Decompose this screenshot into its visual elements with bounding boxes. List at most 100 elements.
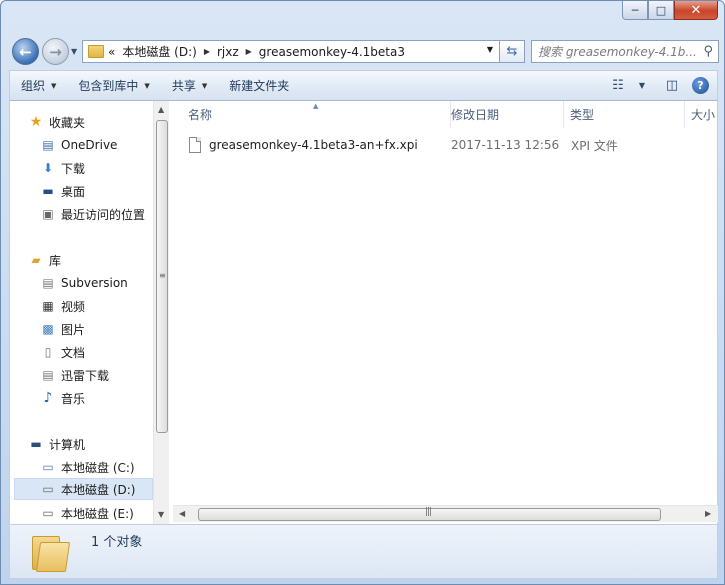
view-options-icon[interactable]: ☷: [608, 76, 628, 94]
sidebar-header-computer[interactable]: ▬ 计算机: [28, 433, 169, 455]
share-label: 共享: [171, 79, 196, 93]
sidebar-item-label: 本地磁盘 (E:): [61, 506, 134, 521]
help-icon[interactable]: ?: [692, 76, 709, 94]
navigation-pane: ★ 收藏夹 ▤ OneDrive ⬇ 下载 ▬ 桌面 ▣ 最近访问的位置 ▰ 库…: [10, 101, 169, 524]
sidebar-item-pictures[interactable]: ▩ 图片: [40, 318, 169, 340]
scroll-up-icon[interactable]: ▲: [158, 105, 164, 114]
desktop-icon: ▬: [42, 184, 54, 198]
download-icon: ⬇: [42, 161, 54, 175]
music-icon: ♪: [43, 390, 53, 406]
search-input[interactable]: 搜索 greasemonkey-4.1b... ⚲: [531, 40, 719, 63]
sidebar-item-label: 本地磁盘 (C:): [61, 460, 135, 475]
command-bar: 组织 ▼ 包含到库中 ▼ 共享 ▼ 新建文件夹 ☷ ▼ ◫ ?: [9, 70, 718, 101]
sidebar-item-drive-c[interactable]: ▭ 本地磁盘 (C:): [40, 456, 169, 478]
sidebar-item-drive-e[interactable]: ▭ 本地磁盘 (E:): [40, 502, 169, 524]
chevron-down-icon: ▼: [51, 81, 57, 90]
document-icon: ▤: [42, 276, 54, 290]
organize-label: 组织: [21, 79, 46, 93]
file-list-hscrollbar[interactable]: ◀ ||| ▶: [173, 505, 718, 522]
column-header-modified[interactable]: 修改日期: [443, 101, 564, 128]
breadcrumb-current-folder[interactable]: greasemonkey-4.1beta3: [259, 45, 405, 59]
sidebar-item-videos[interactable]: ▦ 视频: [40, 295, 169, 317]
picture-icon: ▩: [42, 322, 54, 336]
minimize-button[interactable]: ─: [622, 1, 648, 20]
chevron-right-icon[interactable]: ▶: [204, 47, 210, 56]
refresh-icon: ⇆: [506, 44, 518, 59]
scroll-down-icon[interactable]: ▼: [158, 510, 164, 519]
sidebar-item-desktop[interactable]: ▬ 桌面: [40, 180, 169, 202]
breadcrumb-d-drive[interactable]: 本地磁盘 (D:): [122, 43, 196, 60]
sidebar-item-label: 视频: [61, 299, 86, 314]
sidebar-item-subversion[interactable]: ▤ Subversion: [40, 272, 169, 294]
sidebar-item-label: 图片: [61, 322, 86, 337]
sidebar-item-label: 计算机: [49, 437, 86, 452]
sidebar-item-documents[interactable]: ▯ 文档: [40, 341, 169, 363]
file-row[interactable]: greasemonkey-4.1beta3-an+fx.xpi: [189, 135, 418, 155]
share-menu[interactable]: 共享 ▼: [161, 77, 218, 94]
scroll-right-icon[interactable]: ▶: [705, 509, 711, 518]
maximize-button[interactable]: □: [648, 1, 674, 20]
drive-icon: ▭: [42, 506, 54, 520]
search-placeholder: 搜索 greasemonkey-4.1b...: [538, 45, 697, 59]
organize-menu[interactable]: 组织 ▼: [10, 77, 67, 94]
grip-icon: ≡: [159, 271, 166, 280]
library-icon: ▰: [31, 253, 41, 267]
recent-pages-dropdown-icon[interactable]: ▼: [71, 47, 77, 56]
close-button[interactable]: ✕: [674, 1, 718, 20]
column-header-name[interactable]: 名称 ▲: [173, 101, 451, 128]
drive-icon: ▭: [42, 482, 54, 496]
sidebar-item-downloads[interactable]: ⬇ 下载: [40, 157, 169, 179]
column-modified-label: 修改日期: [451, 108, 500, 122]
file-name: greasemonkey-4.1beta3-an+fx.xpi: [209, 138, 418, 152]
column-type-label: 类型: [570, 108, 595, 122]
column-size-label: 大小: [691, 108, 716, 122]
sidebar-item-label: 收藏夹: [49, 115, 86, 130]
sidebar-item-label: 音乐: [61, 391, 86, 406]
sidebar-item-recent-places[interactable]: ▣ 最近访问的位置: [40, 203, 169, 225]
sidebar-item-label: 文档: [61, 345, 86, 360]
sidebar-item-music[interactable]: ♪ 音乐: [40, 387, 169, 409]
scrollbar-thumb[interactable]: |||: [198, 507, 661, 521]
chevron-down-icon[interactable]: ▼: [487, 45, 493, 54]
file-type: XPI 文件: [571, 138, 618, 153]
sidebar-item-drive-d[interactable]: ▭ 本地磁盘 (D:): [14, 478, 153, 500]
include-in-library-menu[interactable]: 包含到库中 ▼: [67, 77, 160, 94]
sidebar-scrollbar[interactable]: ▲ ≡ ▼: [153, 101, 169, 524]
computer-icon: ▬: [30, 437, 42, 451]
refresh-button[interactable]: ⇆: [500, 40, 525, 63]
sort-ascending-icon: ▲: [313, 102, 319, 110]
onedrive-icon: ▤: [42, 138, 54, 152]
breadcrumb-rjxz[interactable]: rjxz: [217, 45, 239, 59]
forward-button[interactable]: →: [42, 38, 69, 65]
sidebar-item-label: OneDrive: [61, 138, 118, 152]
chevron-down-icon: ▼: [144, 81, 150, 90]
column-header-size[interactable]: 大小: [685, 101, 718, 128]
new-folder-button[interactable]: 新建文件夹: [218, 77, 300, 94]
search-icon[interactable]: ⚲: [703, 44, 713, 59]
include-in-library-label: 包含到库中: [78, 79, 139, 93]
details-pane: 1 个对象: [9, 524, 718, 579]
column-header-type[interactable]: 类型: [564, 101, 685, 128]
scroll-left-icon[interactable]: ◀: [179, 509, 185, 518]
document-icon: ▤: [42, 368, 54, 382]
back-button[interactable]: ←: [12, 38, 39, 65]
sidebar-header-favorites[interactable]: ★ 收藏夹: [28, 111, 169, 133]
breadcrumb-overflow[interactable]: «: [108, 45, 115, 59]
sidebar-item-label: 桌面: [61, 184, 86, 199]
chevron-right-icon[interactable]: ▶: [246, 47, 252, 56]
sidebar-item-xunlei-downloads[interactable]: ▤ 迅雷下载: [40, 364, 169, 386]
system-drive-icon: ▭: [42, 460, 54, 474]
file-modified: 2017-11-13 12:56: [451, 138, 560, 152]
sidebar-item-label: Subversion: [61, 276, 128, 290]
address-bar[interactable]: « 本地磁盘 (D:) ▶ rjxz ▶ greasemonkey-4.1bet…: [82, 40, 500, 63]
file-list: 名称 ▲ 修改日期 类型 大小 greasemonkey-4.1beta3-an…: [173, 101, 718, 524]
sidebar-item-onedrive[interactable]: ▤ OneDrive: [40, 134, 169, 156]
navigation-bar: ← → ▼ « 本地磁盘 (D:) ▶ rjxz ▶ greasemonkey-…: [9, 35, 719, 65]
file-icon: [189, 137, 201, 153]
preview-pane-icon[interactable]: ◫: [662, 76, 682, 94]
folder-icon: [88, 45, 104, 58]
scrollbar-thumb[interactable]: ≡: [156, 120, 168, 433]
chevron-down-icon[interactable]: ▼: [632, 76, 652, 94]
sidebar-header-libraries[interactable]: ▰ 库: [28, 249, 169, 271]
view-controls: ☷ ▼ ◫ ?: [598, 76, 709, 94]
